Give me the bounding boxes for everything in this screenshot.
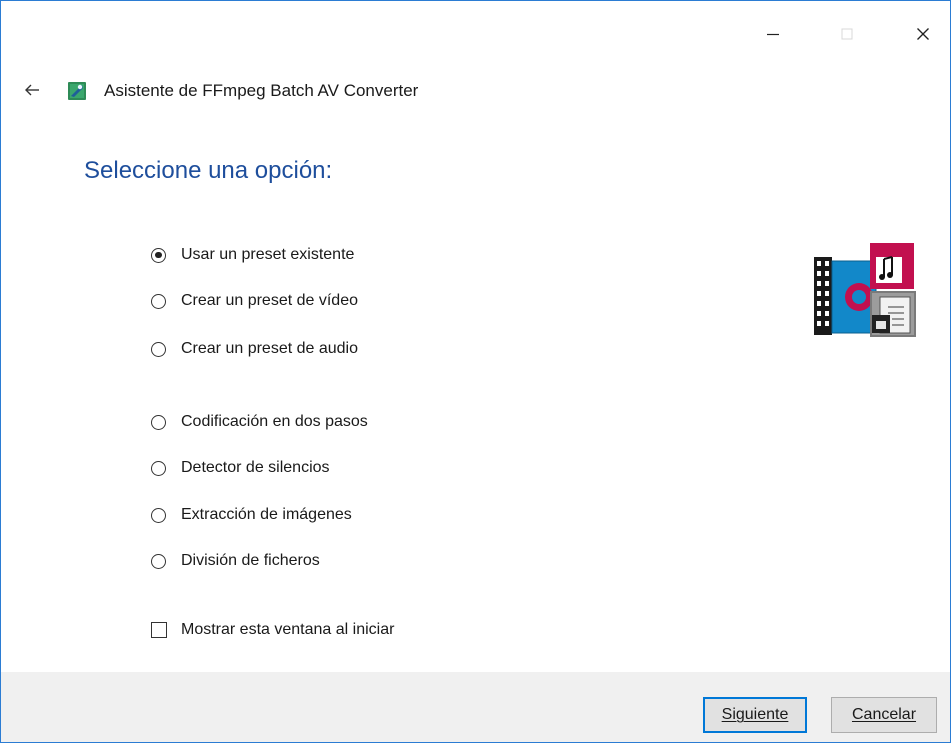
option-label: Usar un preset existente — [181, 246, 355, 263]
cancel-button[interactable]: Cancelar — [831, 697, 937, 733]
option-silence-detector[interactable]: Detector de silencios — [151, 457, 330, 479]
show-on-startup-checkbox[interactable]: Mostrar esta ventana al iniciar — [151, 619, 394, 641]
option-label: Detector de silencios — [181, 459, 330, 476]
footer-bar — [1, 672, 950, 742]
option-use-existing-preset[interactable]: Usar un preset existente — [151, 244, 354, 266]
option-label: Crear un preset de audio — [181, 340, 358, 357]
close-icon — [917, 28, 929, 40]
option-file-splitting[interactable]: División de ficheros — [151, 550, 320, 572]
option-label: Codificación en dos pasos — [181, 413, 368, 430]
minimize-button[interactable] — [753, 19, 793, 49]
checkbox[interactable] — [151, 622, 167, 638]
option-label: Extracción de imágenes — [181, 506, 352, 523]
radio-button[interactable] — [151, 293, 166, 309]
close-button[interactable] — [903, 19, 943, 49]
maximize-icon — [841, 28, 853, 40]
option-label: División de ficheros — [181, 552, 320, 569]
radio-button[interactable] — [151, 460, 166, 476]
option-two-pass-encoding[interactable]: Codificación en dos pasos — [151, 411, 368, 433]
app-icon — [68, 82, 86, 100]
next-button-label: Siguiente — [721, 706, 789, 723]
radio-button[interactable] — [151, 414, 166, 430]
cancel-button-label: Cancelar — [851, 706, 917, 723]
radio-button[interactable] — [151, 341, 166, 357]
option-create-video-preset[interactable]: Crear un preset de vídeo — [151, 290, 358, 312]
page-heading: Seleccione una opción: — [84, 157, 333, 184]
option-create-audio-preset[interactable]: Crear un preset de audio — [151, 338, 358, 360]
option-image-extraction[interactable]: Extracción de imágenes — [151, 504, 352, 526]
minimize-icon — [767, 33, 779, 36]
wizard-window: Asistente de FFmpeg Batch AV Converter S… — [0, 0, 951, 743]
media-conversion-illustration — [814, 243, 916, 337]
back-arrow-icon[interactable] — [23, 80, 43, 100]
radio-button[interactable] — [151, 553, 166, 569]
option-label: Crear un preset de vídeo — [181, 292, 358, 309]
window-title: Asistente de FFmpeg Batch AV Converter — [104, 81, 419, 100]
next-button[interactable]: Siguiente — [703, 697, 807, 733]
radio-button[interactable] — [151, 507, 166, 523]
radio-button[interactable] — [151, 247, 166, 263]
maximize-button[interactable] — [827, 19, 867, 49]
checkbox-label: Mostrar esta ventana al iniciar — [181, 621, 395, 638]
